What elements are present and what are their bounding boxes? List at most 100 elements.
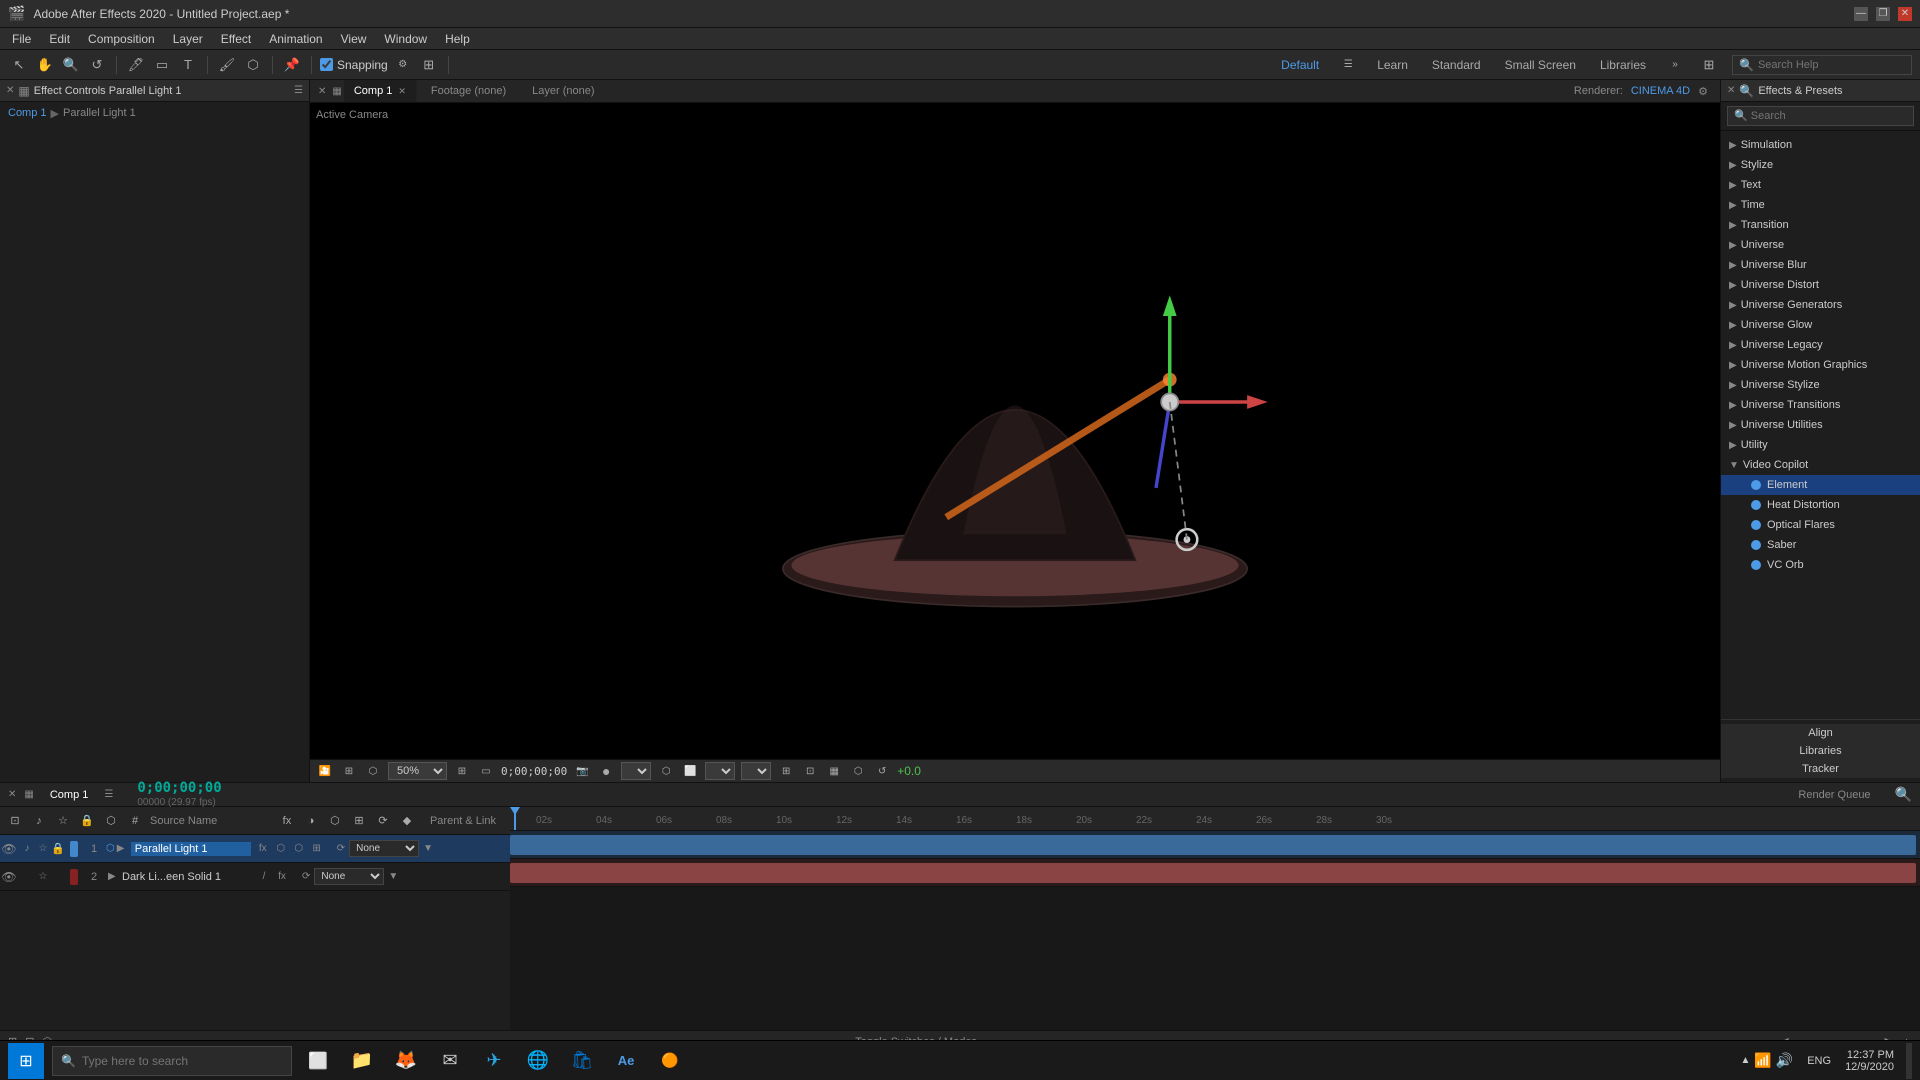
taskbar-icon-ae[interactable]: Ae	[608, 1043, 644, 1079]
tl-3d-btn[interactable]: ⊞	[350, 812, 368, 830]
taskbar-icon-firefox[interactable]: 🦊	[388, 1043, 424, 1079]
effects-cat-universe[interactable]: ▶ Universe	[1721, 235, 1920, 255]
menu-edit[interactable]: Edit	[41, 30, 78, 48]
viewer-channel-btn[interactable]: 🎦	[316, 762, 334, 780]
tl-track-bar-2[interactable]	[510, 863, 1916, 883]
taskbar-icon-edge[interactable]: 🌐	[520, 1043, 556, 1079]
toolbar-settings-icon[interactable]: ⊞	[1698, 54, 1720, 76]
menu-file[interactable]: File	[4, 30, 39, 48]
camera-snap-btn[interactable]: 📷	[573, 762, 591, 780]
pixel-aspect-btn[interactable]: ▭	[477, 762, 495, 780]
text-tool[interactable]: T	[177, 54, 199, 76]
tl-tab-comp1[interactable]: Comp 1	[42, 787, 97, 803]
puppet-tool[interactable]: 📌	[281, 54, 303, 76]
tl-switch-3d-1[interactable]: ⊞	[309, 841, 325, 857]
snapping-checkbox[interactable]	[320, 58, 333, 71]
view-options-btn[interactable]: ⊞	[777, 762, 795, 780]
workspace-standard[interactable]: Standard	[1426, 56, 1487, 74]
color-btn[interactable]: ●	[597, 762, 615, 780]
tl-visibility-1[interactable]: 👁	[0, 842, 18, 856]
effects-cat-stylize[interactable]: ▶ Stylize	[1721, 155, 1920, 175]
renderer-settings-icon[interactable]: ⚙	[1698, 85, 1708, 98]
minimize-button[interactable]: —	[1854, 7, 1868, 21]
fit-to-comp-btn[interactable]: ⊞	[453, 762, 471, 780]
tl-switch-fx-2[interactable]: fx	[274, 869, 290, 885]
effects-item-vc-orb[interactable]: VC Orb	[1721, 555, 1920, 575]
effects-cat-utility[interactable]: ▶ Utility	[1721, 435, 1920, 455]
viewer-guide-btn[interactable]: ⬡	[364, 762, 382, 780]
libraries-btn[interactable]: Libraries	[1721, 742, 1920, 760]
effects-search-input[interactable]	[1727, 106, 1914, 126]
comp-tab-comp1[interactable]: Comp 1 ✕	[344, 80, 417, 102]
taskbar-icon-extra[interactable]: 🟠	[652, 1043, 688, 1079]
effects-cat-universe-utilities[interactable]: ▶ Universe Utilities	[1721, 415, 1920, 435]
workspace-menu-icon[interactable]: ☰	[1337, 54, 1359, 76]
tl-playhead[interactable]	[514, 807, 516, 830]
align-btn[interactable]: Align	[1721, 724, 1920, 742]
viewer-grid-btn[interactable]: ⊞	[340, 762, 358, 780]
effects-item-heat-distortion[interactable]: Heat Distortion	[1721, 495, 1920, 515]
tl-parent-select-2[interactable]: None	[314, 868, 384, 885]
tl-audio-1[interactable]: ♪	[18, 843, 36, 854]
workspace-libraries[interactable]: Libraries	[1594, 56, 1652, 74]
tl-switch-fx-1[interactable]: fx	[255, 841, 271, 857]
tl-tab-menu[interactable]: ☰	[104, 789, 113, 800]
maximize-button[interactable]: ❐	[1876, 7, 1890, 21]
tl-parent-chevron-1[interactable]: ▼	[423, 843, 433, 854]
tl-switch-normal-2[interactable]: /	[256, 869, 272, 885]
brush-tool[interactable]: 🖌	[216, 54, 238, 76]
effects-cat-universe-stylize[interactable]: ▶ Universe Stylize	[1721, 375, 1920, 395]
pen-tool[interactable]: 🖊	[125, 54, 147, 76]
tl-parent-select-1[interactable]: None	[349, 840, 419, 857]
tl-render-queue-btn[interactable]: Render Queue	[1790, 787, 1878, 803]
close-button[interactable]: ✕	[1898, 7, 1912, 21]
reset-btn[interactable]: ↺	[873, 762, 891, 780]
effects-cat-universe-legacy[interactable]: ▶ Universe Legacy	[1721, 335, 1920, 355]
menu-window[interactable]: Window	[376, 30, 435, 48]
zoom-tool[interactable]: 🔍	[60, 54, 82, 76]
3d-render-btn[interactable]: ▦	[825, 762, 843, 780]
tl-solo-all-btn[interactable]: ☆	[54, 812, 72, 830]
fast-preview-btn[interactable]: ⬡	[657, 762, 675, 780]
effects-cat-text[interactable]: ▶ Text	[1721, 175, 1920, 195]
effects-cat-universe-distort[interactable]: ▶ Universe Distort	[1721, 275, 1920, 295]
effects-item-element[interactable]: Element	[1721, 475, 1920, 495]
effects-cat-universe-blur[interactable]: ▶ Universe Blur	[1721, 255, 1920, 275]
tl-parent-chevron-2[interactable]: ▼	[388, 871, 398, 882]
menu-view[interactable]: View	[333, 30, 375, 48]
tl-keys-btn[interactable]: ◆	[398, 812, 416, 830]
tracker-btn[interactable]: Tracker	[1721, 760, 1920, 778]
zoom-dropdown[interactable]: 50%100%25%	[388, 762, 447, 780]
grid-btn[interactable]: ⊞	[418, 54, 440, 76]
taskbar-icon-explorer[interactable]: 📁	[344, 1043, 380, 1079]
tl-frame-blend-btn[interactable]: ⬡	[326, 812, 344, 830]
tl-track-bar-1[interactable]	[510, 835, 1916, 855]
effects-item-saber[interactable]: Saber	[1721, 535, 1920, 555]
effects-cat-video-copilot[interactable]: ▼ Video Copilot	[1721, 455, 1920, 475]
tl-label-col-btn[interactable]: ⬡	[102, 812, 120, 830]
stamp-tool[interactable]: ⬡	[242, 54, 264, 76]
effects-panel-close[interactable]: ✕	[1727, 85, 1735, 96]
shape-tool[interactable]: ▭	[151, 54, 173, 76]
tl-close-btn[interactable]: ✕	[8, 789, 16, 800]
tl-solo-1[interactable]: ☆	[36, 843, 50, 854]
effects-cat-universe-transitions[interactable]: ▶ Universe Transitions	[1721, 395, 1920, 415]
tl-solo-2[interactable]: ☆	[36, 871, 50, 882]
workspace-learn[interactable]: Learn	[1371, 56, 1414, 74]
start-button[interactable]: ⊞	[8, 1043, 44, 1079]
workspace-extend-icon[interactable]: »	[1664, 54, 1686, 76]
transparency-btn[interactable]: ⬜	[681, 762, 699, 780]
breadcrumb-comp[interactable]: Comp 1	[8, 107, 47, 119]
tl-expand-1[interactable]: ▶	[117, 843, 131, 854]
tl-layer-row-2[interactable]: 👁 ☆ 2 ▶ Dark Li...een Solid 1 / fx ⟳ Non…	[0, 863, 510, 891]
camera-dropdown[interactable]: Active Camera	[705, 762, 735, 780]
effects-cat-simulation[interactable]: ▶ Simulation	[1721, 135, 1920, 155]
menu-composition[interactable]: Composition	[80, 30, 163, 48]
effects-item-optical-flares[interactable]: Optical Flares	[1721, 515, 1920, 535]
view-mode-btn[interactable]: ⊡	[801, 762, 819, 780]
tl-search-icon[interactable]: 🔍	[1895, 786, 1912, 803]
effects-cat-universe-motion-graphics[interactable]: ▶ Universe Motion Graphics	[1721, 355, 1920, 375]
selection-tool[interactable]: ↖	[8, 54, 30, 76]
tl-layer-name-2[interactable]: Dark Li...een Solid 1	[122, 871, 252, 883]
effects-cat-universe-generators[interactable]: ▶ Universe Generators	[1721, 295, 1920, 315]
